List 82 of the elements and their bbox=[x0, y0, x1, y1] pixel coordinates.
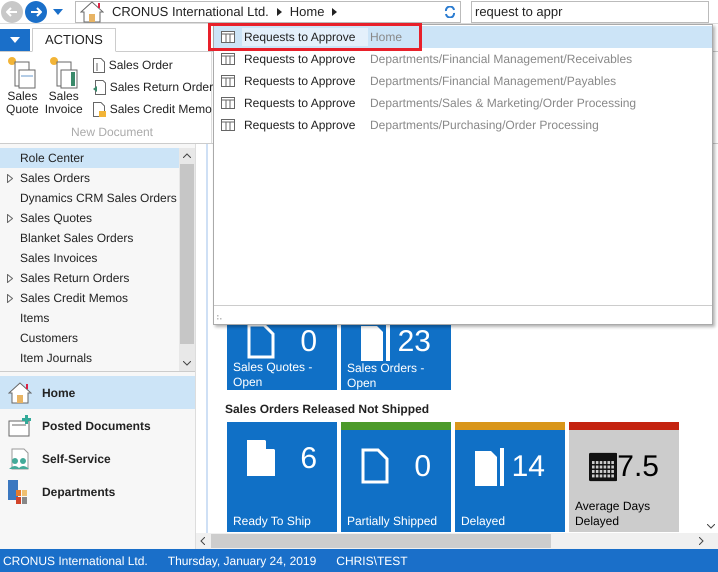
cue-label: Sales Orders - Open bbox=[346, 361, 426, 391]
search-result[interactable]: Requests to Approve Departments/Financial Management/Payables bbox=[214, 70, 712, 92]
group-title: Sales Orders Released Not Shipped bbox=[225, 401, 430, 418]
nav-button[interactable]: Home bbox=[0, 376, 195, 409]
credit-memo-icon bbox=[92, 102, 106, 116]
expand-icon[interactable] bbox=[7, 214, 13, 222]
ribbon-button[interactable]: Sales Order bbox=[92, 56, 214, 74]
document-icon bbox=[92, 58, 105, 72]
table-icon bbox=[221, 53, 235, 65]
nav-item[interactable]: Item Journals bbox=[0, 348, 179, 368]
horizontal-scrollbar[interactable] bbox=[196, 533, 718, 549]
nav-item[interactable]: Role Center bbox=[0, 148, 179, 168]
search-result[interactable]: Requests to Approve Departments/Financial Management/Receivables bbox=[214, 48, 712, 70]
cue-label: Average Days Delayed bbox=[574, 499, 652, 530]
tray-icon bbox=[8, 414, 32, 436]
nav-item[interactable]: Blanket Sales Orders bbox=[0, 228, 179, 248]
group-label: New Document bbox=[70, 124, 154, 141]
ribbon-tab[interactable]: ACTIONS bbox=[32, 28, 116, 52]
nav-button[interactable]: Posted Documents bbox=[0, 409, 195, 442]
status-text: Thursday, January 24, 2019 bbox=[168, 552, 316, 570]
nav-item[interactable]: Sales Credit Memos bbox=[0, 288, 179, 308]
expand-icon[interactable] bbox=[7, 274, 13, 282]
cue-tile[interactable]: 6 Ready To Ship bbox=[227, 422, 337, 532]
cue-value: 0 bbox=[300, 327, 317, 357]
menu-button[interactable] bbox=[0, 29, 30, 51]
search-field[interactable]: request to appr bbox=[471, 0, 709, 22]
nav-item[interactable]: Customers bbox=[0, 328, 179, 348]
cue-label: Delayed bbox=[460, 514, 506, 530]
nav-item[interactable]: Dynamics CRM Sales Orders bbox=[0, 188, 179, 208]
breadcrumb-link[interactable]: Home bbox=[290, 2, 324, 22]
chevron-icon bbox=[276, 8, 282, 16]
cue-value: 7.5 bbox=[617, 452, 659, 482]
nav-item[interactable]: Sales Orders bbox=[0, 168, 179, 188]
right-arrow-icon bbox=[30, 6, 42, 16]
new-document-icon bbox=[48, 56, 79, 90]
ribbon-button[interactable]: Sales Invoice bbox=[44, 56, 83, 118]
documents-icon bbox=[475, 448, 505, 486]
status-text: CHRIS\TEST bbox=[336, 552, 408, 570]
nav-button[interactable]: Departments bbox=[0, 475, 195, 508]
ribbon-button[interactable]: Sales Return Order bbox=[92, 78, 214, 96]
ribbon-button[interactable]: Sales Credit Memo bbox=[92, 100, 214, 118]
resize-grip-icon[interactable] bbox=[217, 315, 223, 321]
nav-item[interactable]: Sales Quotes bbox=[0, 208, 179, 228]
cue-tile[interactable]: 14 Delayed bbox=[455, 422, 565, 532]
nav-item[interactable]: Sales Invoices bbox=[0, 248, 179, 268]
cue-label: Sales Quotes - Open bbox=[232, 360, 314, 390]
nav-item[interactable]: Items bbox=[0, 308, 179, 328]
refresh-icon[interactable] bbox=[444, 6, 456, 18]
table-icon bbox=[221, 97, 235, 109]
address-bar[interactable]: CRONUS International Ltd. Home bbox=[75, 0, 461, 22]
house-icon bbox=[8, 382, 32, 404]
search-result[interactable]: Requests to Approve Departments/Sales & Marketing/Order Processing bbox=[214, 92, 712, 114]
forward-button[interactable] bbox=[25, 0, 47, 22]
cue-value: 14 bbox=[512, 452, 545, 482]
breadcrumb-link[interactable]: CRONUS International Ltd. bbox=[112, 2, 269, 22]
table-icon bbox=[221, 119, 235, 131]
document-icon bbox=[247, 440, 275, 476]
scrollbar[interactable] bbox=[179, 148, 195, 371]
cue-tile[interactable]: 7.5 Average Days Delayed bbox=[569, 422, 679, 532]
cue-value: 0 bbox=[414, 452, 431, 482]
cue-tile[interactable]: 0 Partially Shipped bbox=[341, 422, 451, 532]
expand-icon[interactable] bbox=[7, 174, 13, 182]
cue-value: 23 bbox=[398, 327, 431, 357]
nav-button[interactable]: Self-Service bbox=[0, 442, 195, 475]
status-text: CRONUS International Ltd. bbox=[3, 552, 148, 570]
caret-icon[interactable] bbox=[53, 8, 63, 14]
return-document-icon bbox=[92, 80, 106, 94]
nav-item[interactable]: Sales Return Orders bbox=[0, 268, 179, 288]
expand-icon[interactable] bbox=[7, 294, 13, 302]
left-arrow-icon bbox=[6, 6, 18, 16]
ribbon-button[interactable]: Sales Quote bbox=[6, 56, 39, 118]
caret-icon bbox=[10, 37, 20, 43]
table-icon bbox=[221, 75, 235, 87]
cue-label: Ready To Ship bbox=[232, 514, 312, 530]
cue-value: 6 bbox=[300, 444, 317, 474]
search-result[interactable]: Requests to Approve Departments/Purchasing/Order Processing bbox=[214, 114, 712, 136]
search-result[interactable]: Requests to Approve Home bbox=[214, 26, 712, 48]
chevron-icon bbox=[332, 8, 338, 16]
new-document-icon bbox=[7, 56, 38, 90]
cue-label: Partially Shipped bbox=[346, 514, 438, 530]
document-icon bbox=[361, 448, 389, 484]
table-icon bbox=[221, 31, 235, 43]
